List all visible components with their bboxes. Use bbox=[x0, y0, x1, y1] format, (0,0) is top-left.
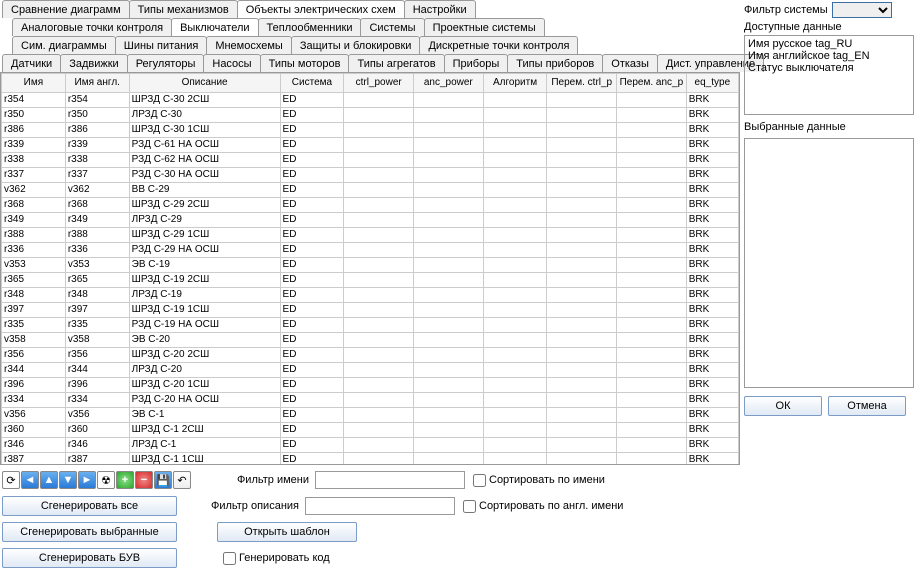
tab-шины-питания[interactable]: Шины питания bbox=[115, 36, 208, 54]
undo-icon[interactable]: ↶ bbox=[173, 471, 191, 489]
available-data-label: Доступные данные bbox=[744, 21, 915, 33]
sort-en-label: Сортировать по англ. имени bbox=[479, 500, 623, 512]
sort-name-checkbox[interactable] bbox=[473, 474, 486, 487]
tab-датчики[interactable]: Датчики bbox=[2, 54, 61, 72]
table-row[interactable]: r350r350ЛРЗД С-30EDBRK bbox=[2, 108, 739, 123]
generate-all-button[interactable]: Сгенерировать все bbox=[2, 496, 177, 516]
filter-name-input[interactable] bbox=[315, 471, 465, 489]
selected-data-label: Выбранные данные bbox=[744, 121, 915, 133]
open-template-button[interactable]: Открыть шаблон bbox=[217, 522, 357, 542]
tab-проектные-системы[interactable]: Проектные системы bbox=[424, 18, 545, 36]
tab-задвижки[interactable]: Задвижки bbox=[60, 54, 127, 72]
ok-button[interactable]: ОК bbox=[744, 396, 822, 416]
filter-desc-label: Фильтр описания bbox=[177, 500, 299, 512]
tab-типы-агрегатов[interactable]: Типы агрегатов bbox=[348, 54, 444, 72]
tab-дискретные-точки-контроля[interactable]: Дискретные точки контроля bbox=[419, 36, 578, 54]
up-icon[interactable]: ▲ bbox=[40, 471, 58, 489]
tab-сим.-диаграммы[interactable]: Сим. диаграммы bbox=[12, 36, 116, 54]
table-row[interactable]: v353v353ЭВ С-19EDBRK bbox=[2, 258, 739, 273]
tab-приборы[interactable]: Приборы bbox=[444, 54, 509, 72]
tab-защиты-и-блокировки[interactable]: Защиты и блокировки bbox=[291, 36, 421, 54]
table-row[interactable]: r335r335РЗД С-19 НА ОСШEDBRK bbox=[2, 318, 739, 333]
table-row[interactable]: r348r348ЛРЗД С-19EDBRK bbox=[2, 288, 739, 303]
table-row[interactable]: r356r356ШРЗД С-20 2СШEDBRK bbox=[2, 348, 739, 363]
col-header[interactable]: ctrl_power bbox=[344, 74, 414, 93]
available-data-list[interactable]: Имя русское tag_RUИмя английское tag_ENС… bbox=[744, 35, 914, 115]
col-header[interactable]: Описание bbox=[129, 74, 280, 93]
table-row[interactable]: r360r360ШРЗД С-1 2СШEDBRK bbox=[2, 423, 739, 438]
col-header[interactable]: Имя bbox=[2, 74, 66, 93]
col-header[interactable]: anc_power bbox=[413, 74, 483, 93]
table-row[interactable]: r365r365ШРЗД С-19 2СШEDBRK bbox=[2, 273, 739, 288]
table-row[interactable]: r346r346ЛРЗД С-1EDBRK bbox=[2, 438, 739, 453]
table-row[interactable]: v356v356ЭВ С-1EDBRK bbox=[2, 408, 739, 423]
tab-теплообменники[interactable]: Теплообменники bbox=[258, 18, 362, 36]
toolbar: ⟳ ◄ ▲ ▼ ► ☢ + − 💾 ↶ bbox=[2, 471, 191, 489]
gen-code-label: Генерировать код bbox=[239, 552, 330, 564]
tab-объекты-электрических-схем[interactable]: Объекты электрических схем bbox=[237, 0, 405, 18]
tab-аналоговые-точки-контроля[interactable]: Аналоговые точки контроля bbox=[12, 18, 172, 36]
table-row[interactable]: r386r386ШРЗД С-30 1СШEDBRK bbox=[2, 123, 739, 138]
gen-code-checkbox[interactable] bbox=[223, 552, 236, 565]
tab-сравнение-диаграмм[interactable]: Сравнение диаграмм bbox=[2, 0, 130, 18]
table-row[interactable]: r368r368ШРЗД С-29 2СШEDBRK bbox=[2, 198, 739, 213]
col-header[interactable]: eq_type bbox=[686, 74, 738, 93]
table-row[interactable]: r388r388ШРЗД С-29 1СШEDBRK bbox=[2, 228, 739, 243]
filter-name-label: Фильтр имени bbox=[199, 474, 309, 486]
refresh-icon[interactable]: ⟳ bbox=[2, 471, 20, 489]
add-icon[interactable]: + bbox=[116, 471, 134, 489]
table-row[interactable]: r397r397ШРЗД С-19 1СШEDBRK bbox=[2, 303, 739, 318]
table-row[interactable]: v362v362ВВ С-29EDBRK bbox=[2, 183, 739, 198]
generate-buv-button[interactable]: Сгенерировать БУВ bbox=[2, 548, 177, 568]
system-filter-select[interactable] bbox=[832, 2, 892, 18]
cancel-button[interactable]: Отмена bbox=[828, 396, 906, 416]
right-icon[interactable]: ► bbox=[78, 471, 96, 489]
table-row[interactable]: r339r339РЗД С-61 НА ОСШEDBRK bbox=[2, 138, 739, 153]
table-row[interactable]: r354r354ШРЗД С-30 2СШEDBRK bbox=[2, 93, 739, 108]
tab-регуляторы[interactable]: Регуляторы bbox=[127, 54, 205, 72]
tab-типы-приборов[interactable]: Типы приборов bbox=[507, 54, 603, 72]
table-row[interactable]: r334r334РЗД С-20 НА ОСШEDBRK bbox=[2, 393, 739, 408]
table-row[interactable]: r349r349ЛРЗД С-29EDBRK bbox=[2, 213, 739, 228]
tab-выключатели[interactable]: Выключатели bbox=[171, 18, 258, 36]
table-row[interactable]: r338r338РЗД С-62 НА ОСШEDBRK bbox=[2, 153, 739, 168]
sort-name-label: Сортировать по имени bbox=[489, 474, 605, 486]
tab-настройки[interactable]: Настройки bbox=[404, 0, 476, 18]
table-row[interactable]: v358v358ЭВ С-20EDBRK bbox=[2, 333, 739, 348]
list-item[interactable]: Статус выключателя bbox=[748, 62, 910, 74]
table-row[interactable]: r387r387ШРЗД С-1 1СШEDBRK bbox=[2, 453, 739, 466]
sort-en-checkbox[interactable] bbox=[463, 500, 476, 513]
remove-icon[interactable]: − bbox=[135, 471, 153, 489]
tab-системы[interactable]: Системы bbox=[360, 18, 424, 36]
selected-data-list[interactable] bbox=[744, 138, 914, 388]
col-header[interactable]: Система bbox=[280, 74, 344, 93]
list-item[interactable]: Имя русское tag_RU bbox=[748, 38, 910, 50]
col-header[interactable]: Алгоритм bbox=[483, 74, 547, 93]
generate-selected-button[interactable]: Сгенерировать выбранные bbox=[2, 522, 177, 542]
col-header[interactable]: Перем. ctrl_p bbox=[547, 74, 617, 93]
save-icon[interactable]: 💾 bbox=[154, 471, 172, 489]
system-filter-label: Фильтр системы bbox=[744, 4, 828, 16]
tab-типы-механизмов[interactable]: Типы механизмов bbox=[129, 0, 238, 18]
down-icon[interactable]: ▼ bbox=[59, 471, 77, 489]
radiation-icon[interactable]: ☢ bbox=[97, 471, 115, 489]
tab-типы-моторов[interactable]: Типы моторов bbox=[260, 54, 350, 72]
table-row[interactable]: r336r336РЗД С-29 НА ОСШEDBRK bbox=[2, 243, 739, 258]
tab-мнемосхемы[interactable]: Мнемосхемы bbox=[206, 36, 292, 54]
tab-отказы[interactable]: Отказы bbox=[602, 54, 658, 72]
data-table: ИмяИмя англ.ОписаниеСистемаctrl_poweranc… bbox=[1, 73, 739, 465]
table-row[interactable]: r396r396ШРЗД С-20 1СШEDBRK bbox=[2, 378, 739, 393]
col-header[interactable]: Имя англ. bbox=[65, 74, 129, 93]
table-row[interactable]: r337r337РЗД С-30 НА ОСШEDBRK bbox=[2, 168, 739, 183]
tab-насосы[interactable]: Насосы bbox=[203, 54, 260, 72]
filter-desc-input[interactable] bbox=[305, 497, 455, 515]
list-item[interactable]: Имя английское tag_EN bbox=[748, 50, 910, 62]
left-icon[interactable]: ◄ bbox=[21, 471, 39, 489]
col-header[interactable]: Перем. anc_p bbox=[617, 74, 687, 93]
table-row[interactable]: r344r344ЛРЗД С-20EDBRK bbox=[2, 363, 739, 378]
